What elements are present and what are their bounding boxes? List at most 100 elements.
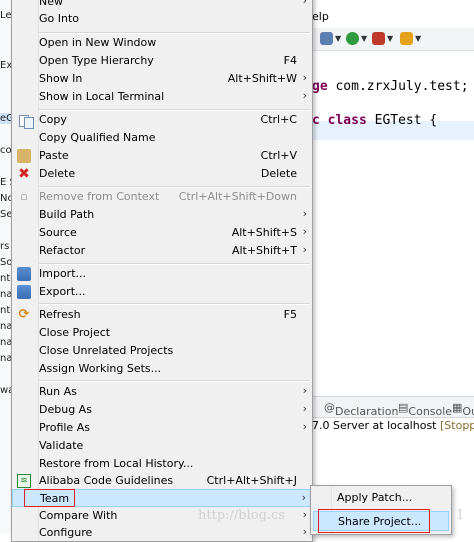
menu-item-label: Import... <box>39 267 86 280</box>
import-icon <box>17 267 31 281</box>
menu-item-import[interactable]: Import... <box>12 265 312 283</box>
menu-item-label: Copy <box>39 113 67 126</box>
menu-item-label: Show in Local Terminal <box>39 90 165 103</box>
menu-item-validate[interactable]: Validate <box>12 437 312 455</box>
main-toolbar: ▼ ▼ ▼ ▼ <box>312 28 474 51</box>
code-text: EGTest { <box>366 113 438 128</box>
submenu-arrow-icon: › <box>302 0 307 7</box>
menu-item-configure[interactable]: Configure › <box>12 524 312 542</box>
watermark: http://blog.cs 1 <box>198 508 464 523</box>
server-status: [Stopped] <box>440 419 474 432</box>
tab-outline[interactable]: ▦ Ou <box>452 401 474 418</box>
menu-item-shortcut: Ctrl+C <box>260 113 297 126</box>
menu-item-label: Delete <box>39 167 76 180</box>
run-icon[interactable] <box>346 32 359 45</box>
watermark-text: http://blog.cs <box>198 508 285 523</box>
menu-item-label: Go Into <box>39 12 80 25</box>
menu-item-debug-as[interactable]: Debug As › <box>12 401 312 419</box>
menu-item-open-in-new-window[interactable]: Open in New Window <box>12 34 312 52</box>
keyword: c class <box>312 113 367 128</box>
menu-item-source[interactable]: Source Alt+Shift+S › <box>12 224 312 242</box>
code-line-package[interactable]: ge com.zrxJuly.test; <box>312 79 469 94</box>
submenu-arrow-icon: › <box>302 402 307 415</box>
menu-item-show-in[interactable]: Show In Alt+Shift+W › <box>12 70 312 88</box>
debug-icon[interactable] <box>320 32 333 45</box>
menu-item-label: Refactor <box>39 244 86 257</box>
menu-item-label: Alibaba Code Guidelines <box>39 474 174 487</box>
submenu-arrow-icon: › <box>301 491 306 504</box>
menu-item-export[interactable]: Export... <box>12 283 312 301</box>
menu-item-shortcut: F4 <box>283 54 297 67</box>
team-submenu: Apply Patch... Share Project... <box>310 485 452 535</box>
paste-icon <box>17 149 31 163</box>
menu-item-label: Remove from Context <box>39 190 160 203</box>
menu-item-copy[interactable]: Copy Ctrl+C <box>12 111 312 129</box>
menu-item-remove-from-context: ▫ Remove from Context Ctrl+Alt+Shift+Down <box>12 188 312 206</box>
menu-item-refactor[interactable]: Refactor Alt+Shift+T › <box>12 242 312 260</box>
menu-item-label: Close Project <box>39 326 111 339</box>
menu-item-label: Assign Working Sets... <box>39 362 162 375</box>
server-row[interactable]: 7.0 Server at localhost [Stopped] <box>312 419 474 432</box>
context-menu: New › Go Into Open in New Window Open Typ… <box>11 0 313 542</box>
tab-declaration[interactable]: @ Declaration <box>324 401 398 418</box>
menu-item-open-type-hierarchy[interactable]: Open Type Hierarchy F4 <box>12 52 312 70</box>
submenu-arrow-icon: › <box>302 384 307 397</box>
menu-item-shortcut: Delete <box>260 167 297 180</box>
chevron-down-icon[interactable]: ▼ <box>361 34 367 43</box>
menu-item-label: Export... <box>39 285 86 298</box>
delete-icon: ✖ <box>18 166 30 182</box>
menu-item-label: Compare With <box>39 509 118 522</box>
menu-item-copy-qualified-name[interactable]: Copy Qualified Name <box>12 129 312 147</box>
export-icon <box>17 285 31 299</box>
menu-item-profile-as[interactable]: Profile As › <box>12 419 312 437</box>
menu-item-label: Restore from Local History... <box>39 457 194 470</box>
menu-item-delete[interactable]: ✖ Delete Delete <box>12 165 312 183</box>
menu-item-alibaba-code-guidelines[interactable]: ≋ Alibaba Code Guidelines Ctrl+Alt+Shift+J <box>12 472 312 490</box>
menu-item-apply-patch[interactable]: Apply Patch... <box>313 488 449 508</box>
external-tools-icon[interactable] <box>372 32 385 45</box>
submenu-arrow-icon: › <box>302 71 307 84</box>
menu-item-shortcut: Ctrl+Alt+Shift+Down <box>178 190 297 203</box>
code-line-class[interactable]: c class EGTest { <box>312 113 437 128</box>
menu-item-shortcut: Alt+Shift+S <box>231 226 297 239</box>
menu-item-label: Open Type Hierarchy <box>39 54 154 67</box>
menu-item-show-in-local-terminal[interactable]: Show in Local Terminal › <box>12 88 312 106</box>
menu-item-label: Build Path <box>39 208 95 221</box>
menu-item-shortcut: Alt+Shift+W <box>227 72 297 85</box>
remove-context-icon: ▫ <box>20 190 28 203</box>
submenu-arrow-icon: › <box>302 508 307 521</box>
left-fragment: rs <box>0 241 10 252</box>
menu-item-build-path[interactable]: Build Path › <box>12 206 312 224</box>
menu-item-restore-from-local-history[interactable]: Restore from Local History... <box>12 455 312 473</box>
menu-item-label: Open in New Window <box>39 36 157 49</box>
menu-separator <box>39 380 310 382</box>
menu-item-label: Paste <box>39 149 69 162</box>
submenu-arrow-icon: › <box>302 243 307 256</box>
menu-item-close-unrelated-projects[interactable]: Close Unrelated Projects <box>12 342 312 360</box>
menu-item-label: Refresh <box>39 308 81 321</box>
menu-item-run-as[interactable]: Run As › <box>12 383 312 401</box>
submenu-arrow-icon: › <box>302 207 307 220</box>
menu-item-label: Source <box>39 226 77 239</box>
menubar-help-fragment[interactable]: elp <box>312 10 329 23</box>
new-server-icon[interactable] <box>400 32 413 45</box>
menu-separator <box>39 303 310 305</box>
menu-item-label: Debug As <box>39 403 92 416</box>
menu-item-shortcut: Ctrl+Alt+Shift+J <box>206 474 297 487</box>
menu-item-refresh[interactable]: ⟳ Refresh F5 <box>12 306 312 324</box>
annotation-box-share-project <box>318 509 430 533</box>
menu-item-shortcut: Ctrl+V <box>260 149 297 162</box>
menu-item-shortcut: F5 <box>283 308 297 321</box>
menu-item-paste[interactable]: Paste Ctrl+V <box>12 147 312 165</box>
refresh-icon: ⟳ <box>18 307 30 322</box>
tab-console[interactable]: ▤ Console <box>398 401 452 418</box>
menu-item-close-project[interactable]: Close Project <box>12 324 312 342</box>
submenu-arrow-icon: › <box>302 420 307 433</box>
menu-item-go-into[interactable]: Go Into <box>12 10 312 28</box>
submenu-arrow-icon: › <box>302 525 307 538</box>
submenu-arrow-icon: › <box>302 225 307 238</box>
menu-item-assign-working-sets[interactable]: Assign Working Sets... <box>12 360 312 378</box>
chevron-down-icon[interactable]: ▼ <box>387 34 393 43</box>
chevron-down-icon[interactable]: ▼ <box>335 34 341 43</box>
chevron-down-icon[interactable]: ▼ <box>415 34 421 43</box>
